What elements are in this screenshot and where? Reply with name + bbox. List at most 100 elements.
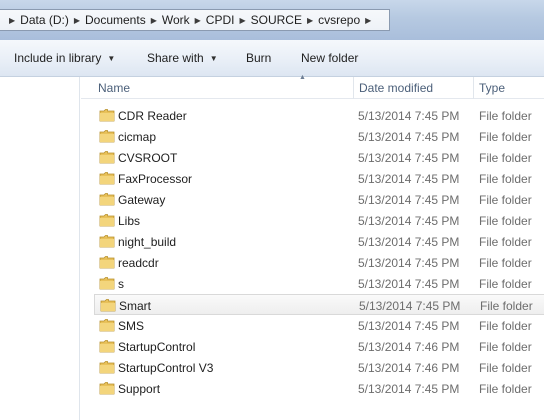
share-with-button[interactable]: Share with ▼ xyxy=(147,51,218,65)
file-name: CVSROOT xyxy=(118,151,178,165)
file-name: night_build xyxy=(118,235,177,249)
file-row[interactable]: Libs 5/13/2014 7:45 PM File folder xyxy=(94,210,544,231)
file-name: Support xyxy=(118,382,161,396)
file-row[interactable]: Gateway 5/13/2014 7:45 PM File folder xyxy=(94,189,544,210)
breadcrumb-item-cpdi[interactable]: CPDI xyxy=(206,13,235,27)
file-date: 5/13/2014 7:45 PM xyxy=(358,172,460,186)
file-row[interactable]: CDR Reader 5/13/2014 7:45 PM File folder xyxy=(94,105,544,126)
chevron-right-icon[interactable]: ▶ xyxy=(146,16,162,25)
column-divider[interactable] xyxy=(473,77,474,99)
folder-icon xyxy=(99,340,115,353)
column-header-type[interactable]: Type xyxy=(479,81,505,95)
address-bar: ▶ Data (D:) ▶ Documents ▶ Work ▶ CPDI ▶ … xyxy=(0,0,544,40)
file-row[interactable]: cicmap 5/13/2014 7:45 PM File folder xyxy=(94,126,544,147)
folder-icon xyxy=(99,172,115,185)
file-type: File folder xyxy=(479,382,532,396)
column-divider[interactable] xyxy=(353,77,354,99)
sort-ascending-icon: ▲ xyxy=(299,74,306,81)
chevron-right-icon[interactable]: ▶ xyxy=(4,16,20,25)
file-type: File folder xyxy=(479,151,532,165)
folder-icon xyxy=(99,361,115,374)
file-type: File folder xyxy=(479,235,532,249)
chevron-down-icon: ▼ xyxy=(107,53,116,63)
folder-icon xyxy=(99,130,115,143)
folder-icon xyxy=(99,214,115,227)
file-row[interactable]: SMS 5/13/2014 7:45 PM File folder xyxy=(94,315,544,336)
breadcrumb[interactable]: ▶ Data (D:) ▶ Documents ▶ Work ▶ CPDI ▶ … xyxy=(0,9,390,31)
file-type: File folder xyxy=(479,214,532,228)
folder-icon xyxy=(99,256,115,269)
file-name: SMS xyxy=(118,319,145,333)
file-type: File folder xyxy=(479,319,532,333)
file-name: Libs xyxy=(118,214,141,228)
chevron-right-icon[interactable]: ▶ xyxy=(302,16,318,25)
include-in-library-label: Include in library xyxy=(14,51,102,65)
file-date: 5/13/2014 7:45 PM xyxy=(358,151,460,165)
file-row[interactable]: Support 5/13/2014 7:45 PM File folder xyxy=(94,378,544,399)
file-date: 5/13/2014 7:45 PM xyxy=(358,235,460,249)
file-date: 5/13/2014 7:45 PM xyxy=(358,109,460,123)
file-name: s xyxy=(118,277,124,291)
burn-button[interactable]: Burn xyxy=(246,51,271,65)
file-date: 5/13/2014 7:45 PM xyxy=(358,256,460,270)
file-row-selected[interactable]: Smart 5/13/2014 7:45 PM File folder xyxy=(94,294,544,315)
file-date: 5/13/2014 7:45 PM xyxy=(358,277,460,291)
file-type: File folder xyxy=(479,130,532,144)
file-name: StartupControl xyxy=(118,340,196,354)
file-type: File folder xyxy=(479,361,532,375)
folder-icon xyxy=(99,193,115,206)
breadcrumb-item-cvsrepo[interactable]: cvsrepo xyxy=(318,13,360,27)
chevron-right-icon[interactable]: ▶ xyxy=(190,16,206,25)
file-name: readcdr xyxy=(118,256,159,270)
file-type: File folder xyxy=(479,277,532,291)
column-header-name[interactable]: Name xyxy=(98,81,130,95)
chevron-right-icon[interactable]: ▶ xyxy=(360,16,376,25)
file-name: CDR Reader xyxy=(118,109,187,123)
breadcrumb-item-source[interactable]: SOURCE xyxy=(251,13,302,27)
file-date: 5/13/2014 7:45 PM xyxy=(358,130,460,144)
file-name: Gateway xyxy=(118,193,166,207)
new-folder-label: New folder xyxy=(301,51,359,65)
file-date: 5/13/2014 7:45 PM xyxy=(358,319,460,333)
navigation-pane[interactable] xyxy=(0,77,80,420)
file-row[interactable]: StartupControl V3 5/13/2014 7:46 PM File… xyxy=(94,357,544,378)
file-row[interactable]: FaxProcessor 5/13/2014 7:45 PM File fold… xyxy=(94,168,544,189)
folder-icon xyxy=(99,235,115,248)
file-type: File folder xyxy=(480,299,533,313)
include-in-library-button[interactable]: Include in library ▼ xyxy=(14,51,115,65)
burn-label: Burn xyxy=(246,51,272,65)
file-row[interactable]: CVSROOT 5/13/2014 7:45 PM File folder xyxy=(94,147,544,168)
breadcrumb-item-data-drive[interactable]: Data (D:) xyxy=(20,13,69,27)
file-type: File folder xyxy=(479,340,532,354)
folder-icon xyxy=(99,277,115,290)
chevron-right-icon[interactable]: ▶ xyxy=(234,16,250,25)
breadcrumb-item-work[interactable]: Work xyxy=(162,13,190,27)
chevron-right-icon[interactable]: ▶ xyxy=(69,16,85,25)
breadcrumb-item-documents[interactable]: Documents xyxy=(85,13,146,27)
file-date: 5/13/2014 7:45 PM xyxy=(358,193,460,207)
file-date: 5/13/2014 7:46 PM xyxy=(358,340,460,354)
chevron-down-icon: ▼ xyxy=(209,53,218,63)
file-row[interactable]: night_build 5/13/2014 7:45 PM File folde… xyxy=(94,231,544,252)
share-with-label: Share with xyxy=(147,51,204,65)
new-folder-button[interactable]: New folder xyxy=(301,51,358,65)
file-row[interactable]: StartupControl 5/13/2014 7:46 PM File fo… xyxy=(94,336,544,357)
file-name: cicmap xyxy=(118,130,157,144)
file-date: 5/13/2014 7:45 PM xyxy=(359,299,461,313)
column-header-date-modified[interactable]: Date modified xyxy=(359,81,433,95)
folder-icon xyxy=(99,151,115,164)
file-row[interactable]: readcdr 5/13/2014 7:45 PM File folder xyxy=(94,252,544,273)
column-header-row: ▲ Name Date modified Type xyxy=(81,74,544,99)
file-date: 5/13/2014 7:46 PM xyxy=(358,361,460,375)
file-type: File folder xyxy=(479,256,532,270)
file-name: Smart xyxy=(119,299,152,313)
folder-icon xyxy=(100,299,116,312)
file-row[interactable]: s 5/13/2014 7:45 PM File folder xyxy=(94,273,544,294)
file-date: 5/13/2014 7:45 PM xyxy=(358,382,460,396)
command-bar: Include in library ▼ Share with ▼ Burn N… xyxy=(0,40,544,77)
file-name: FaxProcessor xyxy=(118,172,193,186)
file-type: File folder xyxy=(479,172,532,186)
file-type: File folder xyxy=(479,109,532,123)
folder-icon xyxy=(99,382,115,395)
folder-icon xyxy=(99,109,115,122)
